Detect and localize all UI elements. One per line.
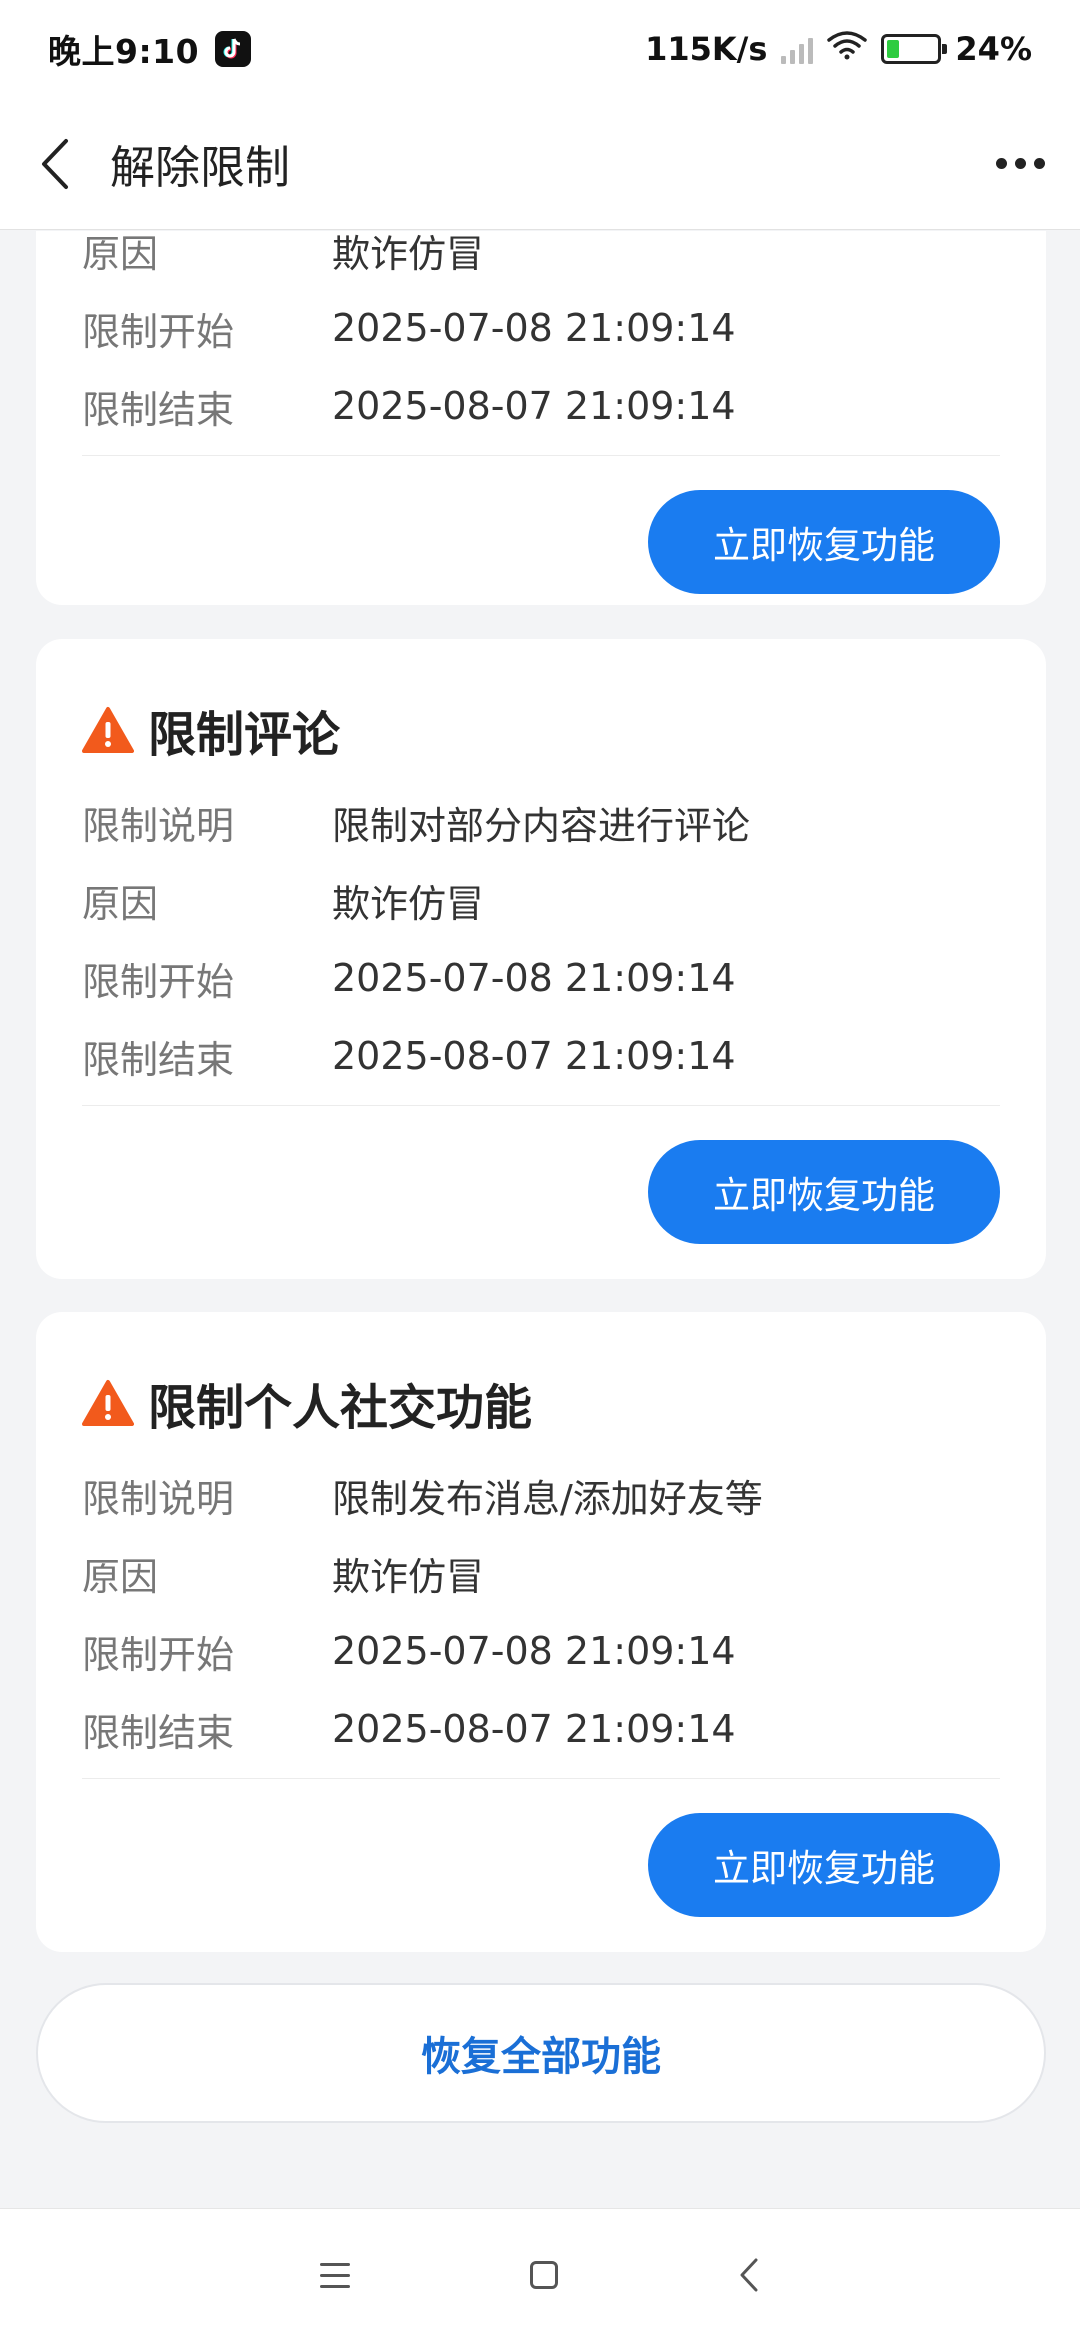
- reason-label: 原因: [82, 881, 159, 926]
- status-time: 晚上9:10: [48, 32, 200, 71]
- tiktok-notification-icon: [215, 31, 252, 67]
- warning-icon: [82, 707, 134, 753]
- system-nav-bar: [0, 2208, 1080, 2340]
- end-label: 限制结束: [82, 1710, 235, 1755]
- signal-icon: [781, 34, 814, 64]
- start-row: 限制开始 2025-07-08 21:09:14: [82, 939, 1000, 1017]
- restrictions-list: 原因 欺诈仿冒 限制开始 2025-07-08 21:09:14 限制结束 20…: [0, 231, 1080, 2206]
- reason-value: 欺诈仿冒: [332, 231, 485, 276]
- reason-label: 原因: [82, 1554, 159, 1599]
- end-row: 限制结束 2025-08-07 21:09:14: [82, 1690, 1000, 1768]
- restriction-card: 原因 欺诈仿冒 限制开始 2025-07-08 21:09:14 限制结束 20…: [36, 231, 1046, 605]
- status-bar: 晚上9:10 115K/s 24%: [0, 0, 1080, 98]
- battery-level: [887, 40, 900, 58]
- status-icons: 115K/s 24%: [645, 30, 1032, 68]
- reason-row: 原因 欺诈仿冒: [82, 1534, 1000, 1612]
- wifi-icon: [827, 30, 868, 68]
- end-value: 2025-08-07 21:09:14: [332, 384, 736, 428]
- start-label: 限制开始: [82, 1632, 235, 1677]
- reason-row: 原因 欺诈仿冒: [82, 861, 1000, 939]
- network-speed: 115K/s: [645, 30, 768, 68]
- restore-comments-button[interactable]: 立即恢复功能: [648, 1140, 1000, 1244]
- start-value: 2025-07-08 21:09:14: [332, 306, 736, 350]
- page-title: 解除限制: [110, 141, 291, 194]
- battery-icon: [881, 34, 948, 64]
- back-arrow-icon: [42, 138, 68, 189]
- back-button[interactable]: [0, 98, 110, 230]
- screen: 晚上9:10 115K/s 24% 解除限制 原因 欺诈仿冒 限制开始 2025…: [0, 0, 1080, 2340]
- description-row: 限制说明 限制发布消息/添加好友等: [82, 1456, 1000, 1534]
- description-value: 限制发布消息/添加好友等: [332, 1476, 763, 1521]
- start-row: 限制开始 2025-07-08 21:09:14: [82, 289, 1000, 367]
- start-value: 2025-07-08 21:09:14: [332, 1629, 736, 1673]
- reason-value: 欺诈仿冒: [332, 881, 485, 926]
- description-label: 限制说明: [82, 803, 235, 848]
- start-row: 限制开始 2025-07-08 21:09:14: [82, 1612, 1000, 1690]
- restriction-card-social: 限制个人社交功能 限制说明 限制发布消息/添加好友等 原因 欺诈仿冒 限制开始 …: [36, 1312, 1046, 1952]
- restore-button[interactable]: 立即恢复功能: [648, 490, 1000, 594]
- end-label: 限制结束: [82, 387, 235, 432]
- home-icon[interactable]: [530, 2261, 558, 2289]
- description-label: 限制说明: [82, 1476, 235, 1521]
- reason-label: 原因: [82, 231, 159, 276]
- start-label: 限制开始: [82, 309, 235, 354]
- header: 解除限制: [0, 98, 1080, 230]
- start-value: 2025-07-08 21:09:14: [332, 956, 736, 1000]
- menu-icon[interactable]: [320, 2262, 350, 2288]
- start-label: 限制开始: [82, 959, 235, 1004]
- end-row: 限制结束 2025-08-07 21:09:14: [82, 1017, 1000, 1095]
- end-row: 限制结束 2025-08-07 21:09:14: [82, 367, 1000, 445]
- card-title: 限制评论: [148, 707, 341, 763]
- warning-icon: [82, 1380, 134, 1426]
- description-value: 限制对部分内容进行评论: [332, 803, 751, 848]
- end-label: 限制结束: [82, 1037, 235, 1082]
- more-icon[interactable]: [960, 98, 1080, 230]
- restriction-card-comments: 限制评论 限制说明 限制对部分内容进行评论 原因 欺诈仿冒 限制开始 2025-…: [36, 639, 1046, 1279]
- reason-value: 欺诈仿冒: [332, 1554, 485, 1599]
- restore-social-button[interactable]: 立即恢复功能: [648, 1813, 1000, 1917]
- end-value: 2025-08-07 21:09:14: [332, 1707, 736, 1751]
- back-icon[interactable]: [738, 2257, 760, 2293]
- restore-all-button[interactable]: 恢复全部功能: [36, 1983, 1046, 2123]
- description-row: 限制说明 限制对部分内容进行评论: [82, 783, 1000, 861]
- end-value: 2025-08-07 21:09:14: [332, 1034, 736, 1078]
- reason-row: 原因 欺诈仿冒: [82, 231, 1000, 289]
- battery-percent: 24%: [955, 30, 1032, 68]
- card-title: 限制个人社交功能: [148, 1380, 533, 1436]
